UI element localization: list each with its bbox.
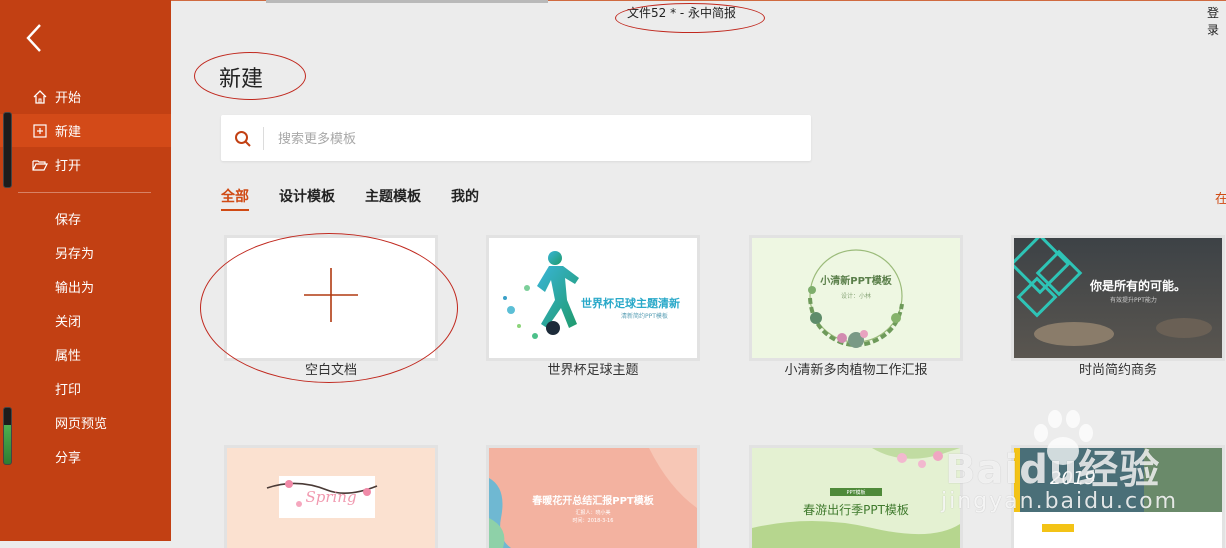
login-link[interactable]: 登录 [1207, 4, 1226, 38]
template-card-blank[interactable] [227, 238, 435, 358]
folder-open-icon [31, 156, 49, 174]
template-card-succulent[interactable]: 小清新PPT模板 设计：小林 [752, 238, 960, 358]
sidebar-item-web-preview[interactable]: 网页预览 [0, 406, 171, 439]
tab-theme-templates[interactable]: 主题模板 [365, 186, 421, 211]
business-shoes-image: 你是所有的可能。 有效提升PPT能力 [1014, 238, 1222, 358]
thumb-title: 世界杯足球主题清新 [581, 296, 680, 310]
thumb-subtitle: 有效提升PPT能力 [1110, 296, 1157, 304]
page-title: 新建 [219, 67, 264, 92]
sidebar-item-label: 打印 [55, 383, 82, 398]
sidebar-item-label: 输出为 [55, 281, 95, 296]
template-label: 时尚简约商务 [1078, 363, 1157, 378]
sidebar-item-label: 网页预览 [55, 417, 108, 432]
new-file-icon [31, 122, 49, 140]
sidebar-item-properties[interactable]: 属性 [0, 338, 171, 371]
year-2019-image: 2019 [1014, 448, 1222, 548]
spring-outing-image: PPT模板 春游出行季PPT模板 [752, 448, 960, 548]
succulent-wreath-image: 小清新PPT模板 设计：小林 [808, 249, 904, 348]
thumb-title: 春暖花开总结汇报PPT模板 [532, 494, 654, 507]
template-label: 世界杯足球主题 [547, 363, 639, 378]
back-button[interactable] [22, 22, 52, 54]
sidebar-item-label: 开始 [55, 91, 82, 106]
sidebar-item-print[interactable]: 打印 [0, 372, 171, 405]
template-card-spring-report[interactable]: 春暖花开总结汇报PPT模板 汇报人：晓小美 时间：2018-3-16 [489, 448, 697, 548]
window-title: 文件52 * - 永中简报 [627, 6, 737, 20]
sidebar: 开始 新建 打开 保存 另存为 输出为 关闭 属性 打印 网页预览 分享 [0, 0, 171, 541]
tab-mine[interactable]: 我的 [451, 186, 479, 211]
template-card-spring[interactable]: Spring [227, 448, 435, 548]
sidebar-item-share[interactable]: 分享 [0, 440, 171, 473]
sidebar-item-open[interactable]: 打开 [0, 148, 171, 181]
tab-all[interactable]: 全部 [221, 186, 249, 211]
search-separator [263, 127, 264, 150]
sidebar-item-home[interactable]: 开始 [0, 80, 171, 113]
sidebar-item-label: 分享 [55, 451, 82, 466]
left-scroll-handle[interactable] [3, 112, 12, 188]
thumb-date: 时间：2018-3-16 [573, 517, 614, 524]
search-icon[interactable] [234, 130, 252, 148]
sidebar-item-label: 关闭 [55, 315, 82, 330]
template-card-spring-outing[interactable]: PPT模板 春游出行季PPT模板 [752, 448, 960, 548]
tab-right-link[interactable]: 在 [1215, 188, 1226, 207]
sidebar-item-label: 新建 [55, 125, 82, 140]
thumb-badge: PPT模板 [846, 489, 865, 496]
chevron-left-icon [26, 24, 41, 52]
top-shadow [266, 0, 548, 3]
spring-blossom-image: Spring [266, 476, 378, 518]
template-card-worldcup[interactable]: 世界杯足球主题清新 清新简约PPT模板 [489, 238, 697, 358]
template-label: 空白文档 [304, 363, 357, 378]
template-card-business[interactable]: 你是所有的可能。 有效提升PPT能力 [1014, 238, 1222, 358]
sidebar-item-label: 另存为 [55, 247, 95, 262]
main-panel: 文件52 * - 永中简报 登录 新建 全部 设计模板 主题模板 我的 在 空白… [171, 0, 1226, 548]
thumb-title: 春游出行季PPT模板 [803, 503, 909, 517]
sidebar-item-label: 保存 [55, 213, 82, 228]
sidebar-item-new[interactable]: 新建 [0, 114, 171, 147]
thumb-title: 小清新PPT模板 [819, 274, 892, 287]
sidebar-item-label: 打开 [55, 159, 82, 174]
sidebar-item-label: 属性 [55, 349, 82, 364]
sidebar-item-save[interactable]: 保存 [0, 202, 171, 235]
thumb-subtitle: 清新简约PPT模板 [621, 312, 668, 320]
tab-design-templates[interactable]: 设计模板 [279, 186, 335, 211]
left-level-indicator [3, 407, 12, 465]
thumb-subtitle: 设计：小林 [841, 292, 871, 300]
thumb-title: 2019 [1050, 468, 1096, 489]
spring-report-image: 春暖花开总结汇报PPT模板 汇报人：晓小美 时间：2018-3-16 [489, 448, 697, 548]
thumb-subtitle: 汇报人：晓小美 [575, 509, 610, 516]
plus-icon [304, 268, 358, 322]
thumb-title: Spring [305, 488, 356, 506]
thumb-title: 你是所有的可能。 [1089, 278, 1186, 293]
football-player-image: 世界杯足球主题清新 清新简约PPT模板 [503, 251, 680, 339]
template-label: 小清新多肉植物工作汇报 [784, 363, 928, 378]
sidebar-item-close[interactable]: 关闭 [0, 304, 171, 337]
sidebar-item-export[interactable]: 输出为 [0, 270, 171, 303]
search-bar [221, 115, 811, 161]
template-tabs: 全部 设计模板 主题模板 我的 [221, 186, 509, 211]
home-icon [31, 88, 49, 106]
sidebar-divider [18, 192, 151, 193]
sidebar-item-save-as[interactable]: 另存为 [0, 236, 171, 269]
search-input[interactable] [276, 127, 780, 151]
template-card-2019[interactable]: 2019 [1014, 448, 1222, 548]
